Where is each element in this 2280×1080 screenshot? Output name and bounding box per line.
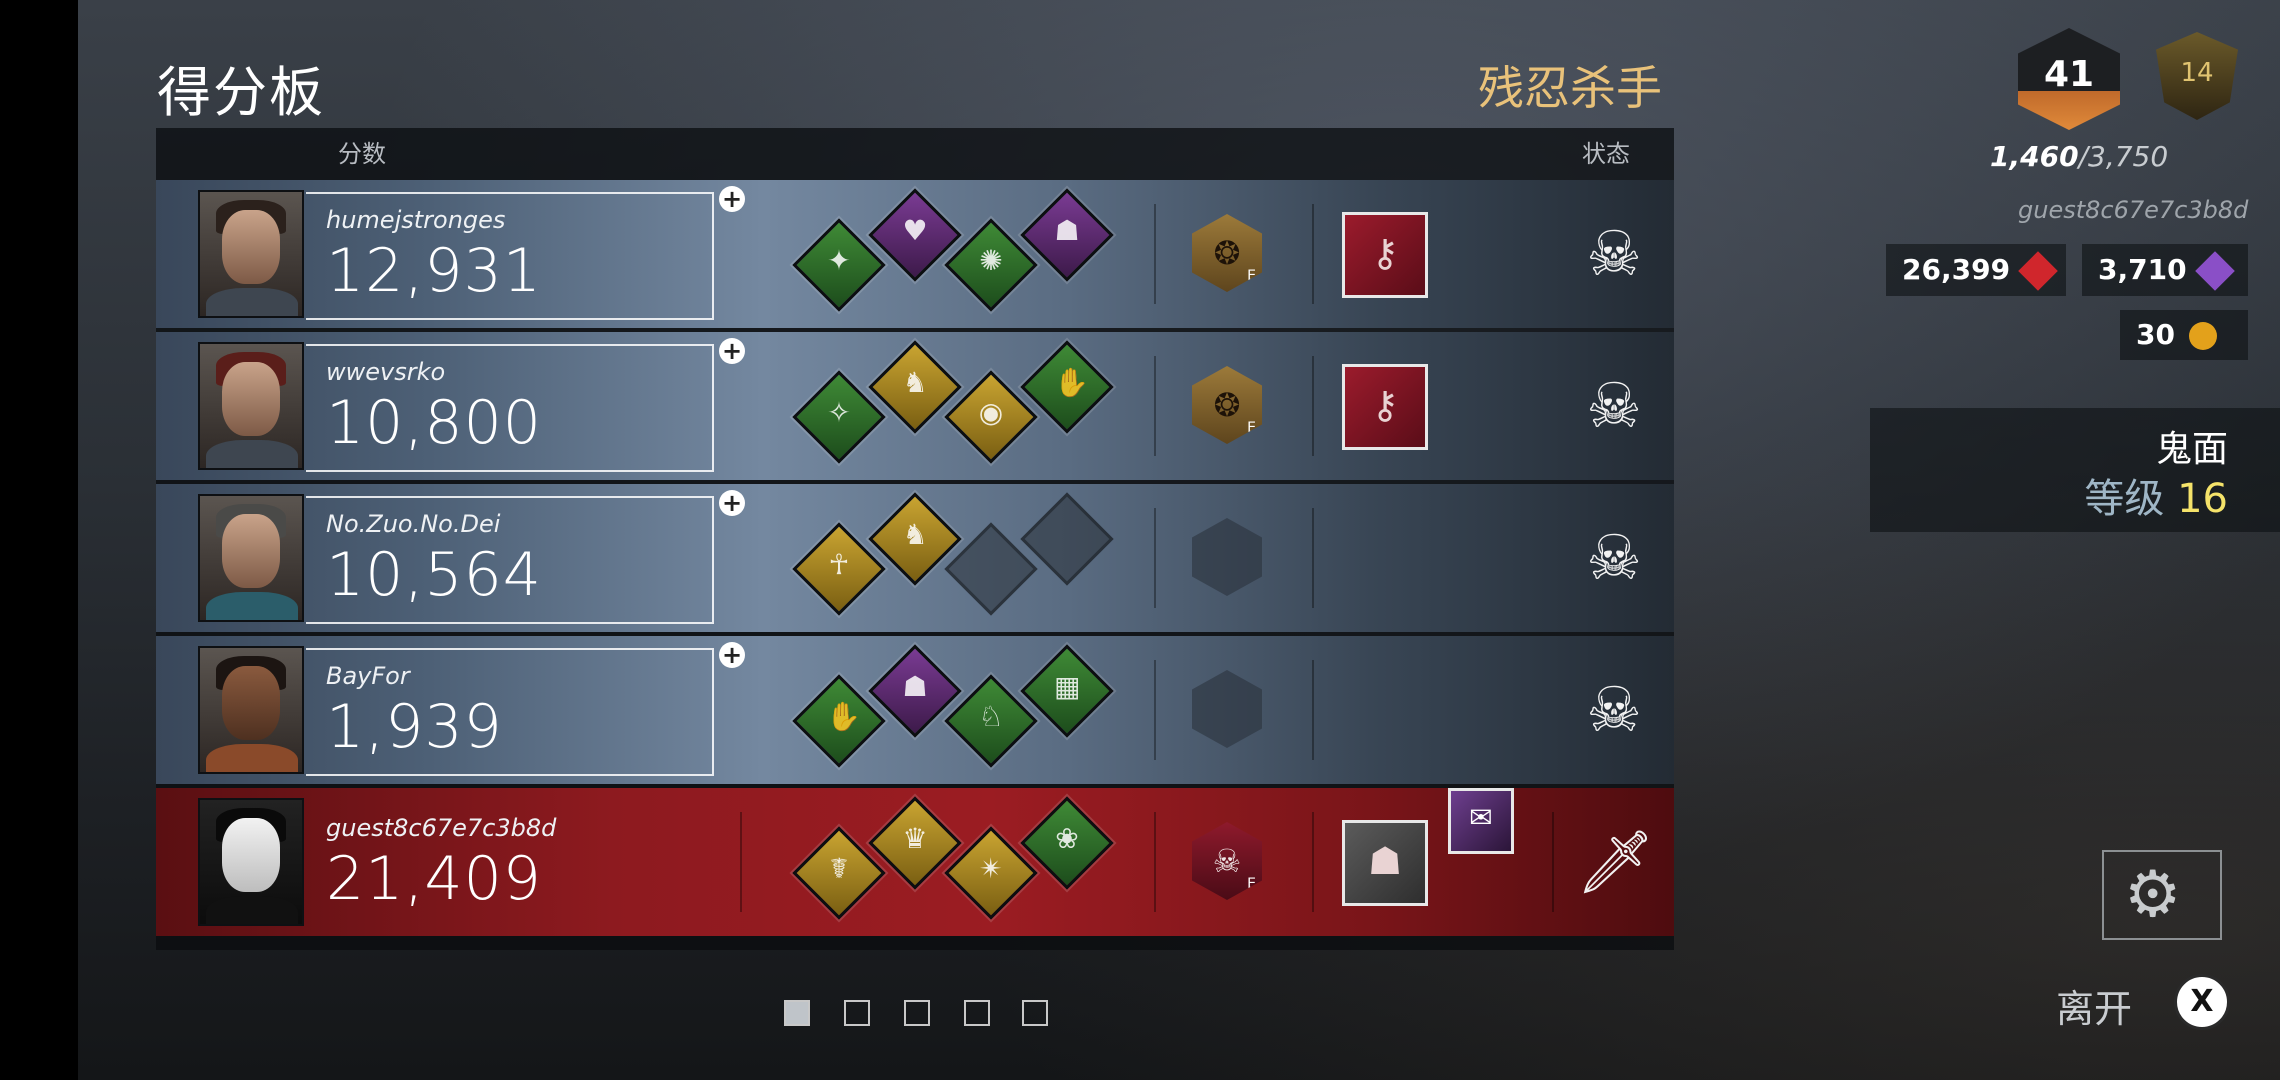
empty-offering-slot: [1192, 670, 1262, 748]
key-item-icon[interactable]: ⚷: [1342, 212, 1428, 298]
player-score: 21,409: [326, 844, 542, 914]
avatar: [198, 798, 304, 926]
skull-icon: ☠: [1586, 521, 1642, 594]
avatar: [198, 342, 304, 470]
table-row[interactable]: + No.Zuo.No.Dei 10,564 ☥ ♞ ☠: [156, 484, 1674, 632]
add-friend-button[interactable]: +: [719, 338, 745, 364]
player-name: guest8c67e7c3b8d: [326, 814, 557, 842]
iridescent-shards: 3,710: [2082, 244, 2248, 296]
skull-icon: ☠: [1586, 217, 1642, 290]
avatar: [198, 646, 304, 774]
player-name: No.Zuo.No.Dei: [326, 510, 501, 538]
leave-button[interactable]: X: [2174, 974, 2230, 1030]
settings-button[interactable]: ⚙: [2102, 850, 2222, 940]
auric-cell-icon: [2188, 322, 2217, 350]
gear-icon: ⚙: [2124, 858, 2182, 932]
killer-name: 鬼面: [2155, 429, 2228, 470]
status-column-header: 状态: [1582, 140, 1630, 168]
table-row[interactable]: + wwevsrko 10,800 ✧ ♞ ◉ ✋ ❂ E ⚷ ☠: [156, 332, 1674, 480]
match-result-title: 残忍杀手: [1478, 61, 1662, 115]
player-name: humejstronges: [326, 206, 506, 234]
xp-progress: 1,460/3,750: [1990, 140, 2169, 173]
page-indicator[interactable]: [844, 1000, 870, 1026]
avatar: [198, 494, 304, 622]
shard-icon: [2194, 251, 2235, 291]
add-friend-button[interactable]: +: [719, 186, 745, 212]
killer-level: 等级 16: [2084, 476, 2228, 522]
player-name: wwevsrko: [326, 358, 446, 386]
add-friend-button[interactable]: +: [719, 490, 745, 516]
page-title: 得分板: [157, 61, 325, 124]
bloodpoints-icon: [2018, 251, 2058, 291]
page-indicator[interactable]: [904, 1000, 930, 1026]
power-icon[interactable]: ☗: [1342, 820, 1428, 906]
player-score: 10,800: [326, 388, 542, 458]
skull-icon: ☠: [1586, 673, 1642, 746]
skull-icon: ☠: [1586, 369, 1642, 442]
score-column-header: 分数: [338, 140, 386, 168]
key-item-icon[interactable]: ⚷: [1342, 364, 1428, 450]
player-score: 12,931: [326, 236, 542, 306]
offering-icon[interactable]: ❂ E: [1192, 366, 1262, 444]
add-friend-button[interactable]: +: [719, 642, 745, 668]
offering-icon[interactable]: ☠ E: [1192, 822, 1262, 900]
bloodpoints: 26,399: [1886, 244, 2066, 296]
knife-icon: 🗡: [1576, 825, 1655, 898]
page-indicator[interactable]: [1022, 1000, 1048, 1026]
auric-cells: 30: [2120, 310, 2248, 360]
avatar: [198, 190, 304, 318]
empty-offering-slot: [1192, 518, 1262, 596]
player-name: BayFor: [326, 662, 410, 690]
table-row[interactable]: + humejstronges 12,931 ✦ ♥ ✺ ☗ ❂ E ⚷ ☠: [156, 180, 1674, 328]
player-score: 10,564: [326, 540, 542, 610]
player-score: 1,939: [326, 692, 503, 762]
page-indicator[interactable]: [964, 1000, 990, 1026]
page-indicator-active[interactable]: [784, 1000, 810, 1026]
table-row[interactable]: + BayFor 1,939 ✋ ☗ ♘ ▦ ☠: [156, 636, 1674, 784]
offering-icon[interactable]: ❂ E: [1192, 214, 1262, 292]
addon-icon[interactable]: ✉: [1448, 788, 1514, 854]
username: guest8c67e7c3b8d: [2018, 196, 2249, 224]
killer-row[interactable]: guest8c67e7c3b8d 21,409 ☤ ♛ ✴ ❀ ☠ E ☗ ✉ 🗡: [156, 788, 1674, 936]
leave-label[interactable]: 离开: [2056, 978, 2132, 1033]
